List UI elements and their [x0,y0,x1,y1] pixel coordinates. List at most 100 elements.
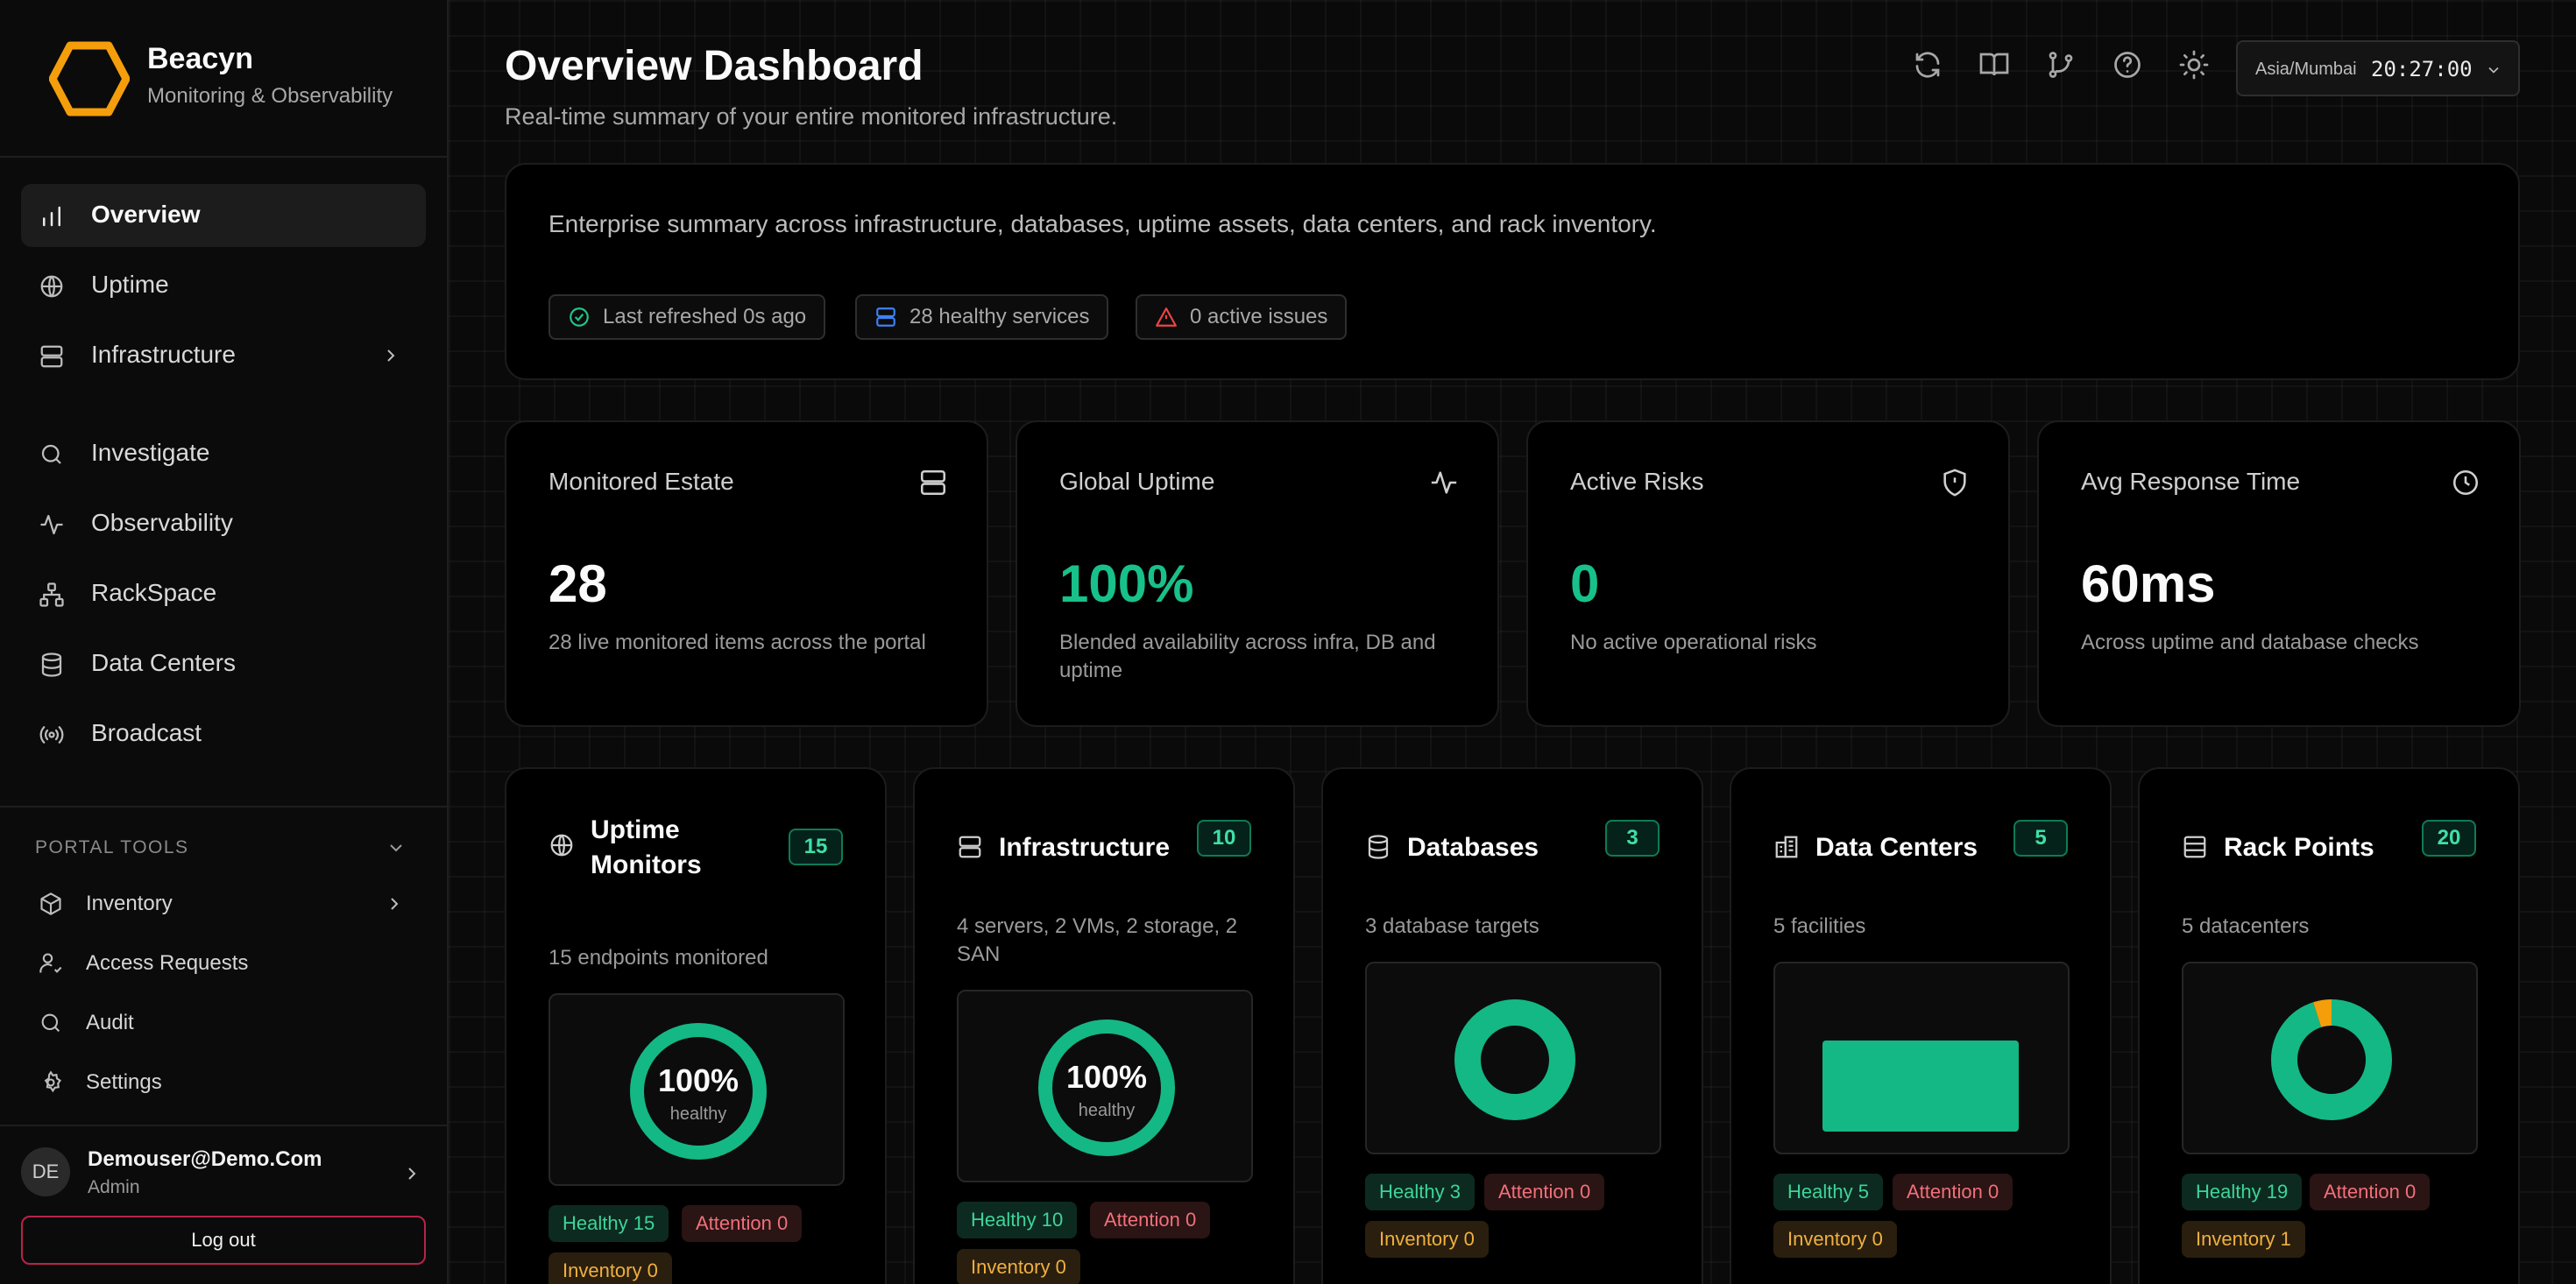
category-card-databases[interactable]: Databases 3 3 database targets Healthy 3… [1321,767,1703,1284]
card-title: Rack Points [2224,833,2374,862]
donut-chart [2182,962,2478,1154]
category-card-rack-points[interactable]: Rack Points 20 5 datacenters Healthy 19 … [2138,767,2520,1284]
page-subtitle: Real-time summary of your entire monitor… [505,103,1118,130]
activity-icon [1431,471,1457,494]
brand-title: Beacyn [147,42,253,75]
bar-healthy [1822,1041,2019,1132]
sidebar-item-data-centers[interactable]: Data Centers [21,632,426,695]
sidebar-item-label: Broadcast [91,719,202,746]
count-badge: 3 [1605,820,1660,857]
timezone-selector[interactable]: Asia/Mumbai 20:27:00 [2236,40,2520,96]
donut [2271,999,2392,1120]
category-card-infrastructure[interactable]: Infrastructure 10 4 servers, 2 VMs, 2 st… [913,767,1295,1284]
list-icon [2183,836,2206,858]
status-badge-label: 28 healthy services [909,305,1090,328]
attention-badge: Attention 0 [1893,1174,2013,1210]
server-icon [876,307,895,327]
bar [1822,1041,2019,1132]
category-card-uptime-monitors[interactable]: Uptime Monitors 15 15 endpoints monitore… [505,767,887,1284]
health-ring: 100% healthy [630,1023,767,1160]
donut-slice-healthy [1454,999,1575,1120]
stat-value: 28 [548,554,607,613]
server-icon [920,469,946,496]
brand[interactable]: Beacyn Monitoring & Observability [49,39,435,123]
summary-banner: Enterprise summary across infrastructure… [505,163,2520,380]
sidebar-item-uptime[interactable]: Uptime [21,254,426,317]
sidebar-item-label: Infrastructure [91,341,236,368]
card-description: 3 database targets [1365,914,1539,938]
user-menu[interactable]: DE Demouser@Demo.Com Admin [21,1142,426,1209]
health-ring-chart: 100% healthy [548,993,845,1186]
ring-percent: 100% [658,1062,739,1098]
sidebar-item-overview[interactable]: Overview [21,184,426,247]
chevron-down-icon [2488,67,2499,74]
sidebar-item-investigate[interactable]: Investigate [21,422,426,485]
card-title: Uptime Monitors [591,815,702,879]
stat-description: Blended availability across infra, DB an… [1059,631,1436,682]
sidebar-item-label: RackSpace [91,579,217,606]
attention-badge: Attention 0 [2310,1174,2431,1210]
donut-slice-healthy [2271,999,2392,1120]
ring-percent: 100% [1066,1059,1147,1095]
sun-icon[interactable] [2178,49,2210,81]
divider [0,1125,447,1126]
sidebar-item-rackspace[interactable]: RackSpace [21,562,426,625]
summary-text: Enterprise summary across infrastructure… [548,210,1657,237]
sidebar-item-inventory[interactable]: Inventory [21,878,426,930]
sidebar-item-label: Audit [86,1011,134,1034]
donut [1454,999,1575,1120]
sidebar-item-label: Settings [86,1070,162,1094]
book-icon[interactable] [1978,49,2010,81]
clock-icon [2452,469,2479,496]
status-badge-healthy: 28 healthy services [855,294,1109,340]
globe-icon [550,834,573,857]
count-badge: 10 [1197,820,1251,857]
check-circle-icon [570,307,589,327]
bar-chart-icon [43,206,60,227]
sidebar-item-broadcast[interactable]: Broadcast [21,702,426,765]
avatar: DE [21,1147,70,1196]
user-check-icon [39,953,62,973]
sidebar-item-label: Data Centers [91,649,236,676]
sidebar-item-label: Access Requests [86,951,249,975]
sidebar-item-observability[interactable]: Observability [21,492,426,555]
status-badge-refresh: Last refreshed 0s ago [548,294,826,340]
git-branch-icon[interactable] [2045,49,2077,81]
healthy-badge: Healthy 3 [1365,1174,1475,1210]
health-ring: 100% healthy [1038,1019,1175,1156]
network-icon [39,582,64,607]
server-icon [959,836,981,858]
logout-button[interactable]: Log out [21,1216,426,1265]
health-ring-chart: 100% healthy [957,990,1253,1182]
stat-card-avg-response-time: Avg Response Time 60ms Across uptime and… [2037,420,2521,727]
sidebar-item-label: Uptime [91,271,169,298]
stat-value: 60ms [2081,554,2216,613]
chevron-down-icon[interactable] [386,837,407,858]
clock-readout: 20:27:00 [2371,57,2473,81]
database-icon [1368,835,1389,859]
inventory-badge: Inventory 0 [1365,1221,1489,1258]
sidebar-item-label: Investigate [91,439,210,466]
sidebar-item-settings[interactable]: Settings [21,1056,426,1109]
inventory-badge: Inventory 0 [957,1249,1080,1284]
attention-badge: Attention 0 [1484,1174,1605,1210]
inventory-badge: Inventory 0 [548,1252,672,1284]
stat-description: 28 live monitored items across the porta… [548,631,926,654]
sidebar-item-audit[interactable]: Audit [21,997,426,1049]
broadcast-icon [39,726,64,744]
help-icon[interactable] [2112,49,2143,81]
category-card-data-centers[interactable]: Data Centers 5 5 facilities Healthy 5 At… [1730,767,2112,1284]
shield-icon [1943,469,1966,497]
stat-value: 100% [1059,554,1194,613]
chevron-right-icon [408,1168,416,1180]
status-badge-label: Last refreshed 0s ago [603,305,807,328]
bar-chart [1773,962,2070,1154]
sidebar-item-infrastructure[interactable]: Infrastructure [21,324,426,387]
sidebar-item-access-requests[interactable]: Access Requests [21,937,426,990]
inventory-badge: Inventory 1 [2182,1221,2305,1258]
portal-tools-heading: PORTAL TOOLS [35,837,189,857]
healthy-badge: Healthy 19 [2182,1174,2303,1210]
refresh-icon[interactable] [1912,49,1943,81]
healthy-badge: Healthy 10 [957,1202,1078,1238]
activity-icon [40,514,63,535]
